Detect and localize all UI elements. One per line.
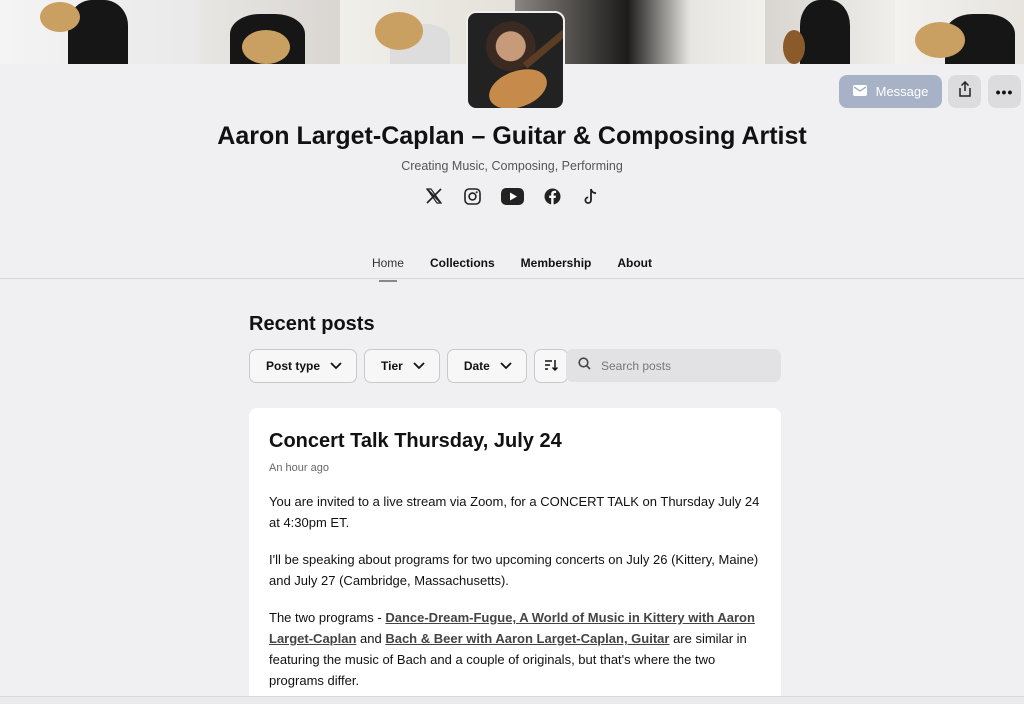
post-type-filter[interactable]: Post type [249, 349, 358, 383]
search-icon [578, 356, 591, 375]
tier-filter[interactable]: Tier [364, 349, 440, 383]
post-paragraph-2: I'll be speaking about programs for two … [269, 552, 759, 588]
banner-photo-5 [765, 0, 895, 64]
post-title[interactable]: Concert Talk Thursday, July 24 [269, 430, 761, 453]
date-filter[interactable]: Date [446, 349, 527, 383]
share-icon [958, 80, 972, 102]
mail-icon [852, 84, 867, 99]
page-bottom-bar [0, 696, 1024, 704]
tiktok-icon[interactable] [580, 186, 600, 206]
creator-avatar[interactable] [466, 11, 565, 110]
search-posts[interactable] [566, 349, 781, 382]
creator-name: Aaron Larget-Caplan – Guitar & Composing… [217, 122, 807, 150]
post-body: You are invited to a live stream via Zoo… [269, 491, 761, 691]
sort-button[interactable] [533, 349, 568, 383]
post-filters: Post type Tier Date [249, 349, 568, 383]
banner-photo-6 [895, 0, 1024, 64]
message-button[interactable]: Message [839, 75, 942, 108]
nav-divider [0, 278, 1024, 279]
facebook-icon[interactable] [542, 186, 562, 206]
post-card[interactable]: Concert Talk Thursday, July 24 An hour a… [249, 408, 781, 704]
post-timestamp: An hour ago [269, 462, 329, 474]
more-options-button[interactable]: ••• [988, 75, 1021, 108]
message-button-label: Message [875, 84, 929, 99]
chevron-down-icon [413, 359, 425, 373]
post-paragraph-3: The two programs - Dance-Dream-Fugue, A … [269, 607, 761, 691]
creator-tagline: Creating Music, Composing, Performing [401, 159, 623, 173]
paragraph-3-start: The two programs - [269, 610, 386, 625]
chevron-down-icon [500, 359, 512, 373]
instagram-icon[interactable] [462, 186, 482, 206]
chevron-down-icon [330, 359, 342, 373]
banner-photo-1 [0, 0, 200, 64]
share-button[interactable] [948, 75, 981, 108]
search-input[interactable] [601, 358, 761, 373]
more-icon: ••• [995, 83, 1014, 100]
recent-posts-heading: Recent posts [249, 313, 375, 335]
post-paragraph-1: You are invited to a live stream via Zoo… [269, 494, 760, 530]
tier-filter-label: Tier [381, 359, 403, 373]
social-links [0, 186, 1024, 206]
sort-icon [544, 359, 558, 374]
bach-beer-program-link[interactable]: Bach & Beer with Aaron Larget-Caplan, Gu… [385, 631, 669, 646]
date-filter-label: Date [463, 359, 490, 373]
x-icon[interactable] [424, 186, 444, 206]
paragraph-3-mid: and [356, 631, 386, 646]
banner-photo-2 [200, 0, 340, 64]
post-type-filter-label: Post type [266, 359, 321, 373]
youtube-icon[interactable] [500, 186, 524, 206]
